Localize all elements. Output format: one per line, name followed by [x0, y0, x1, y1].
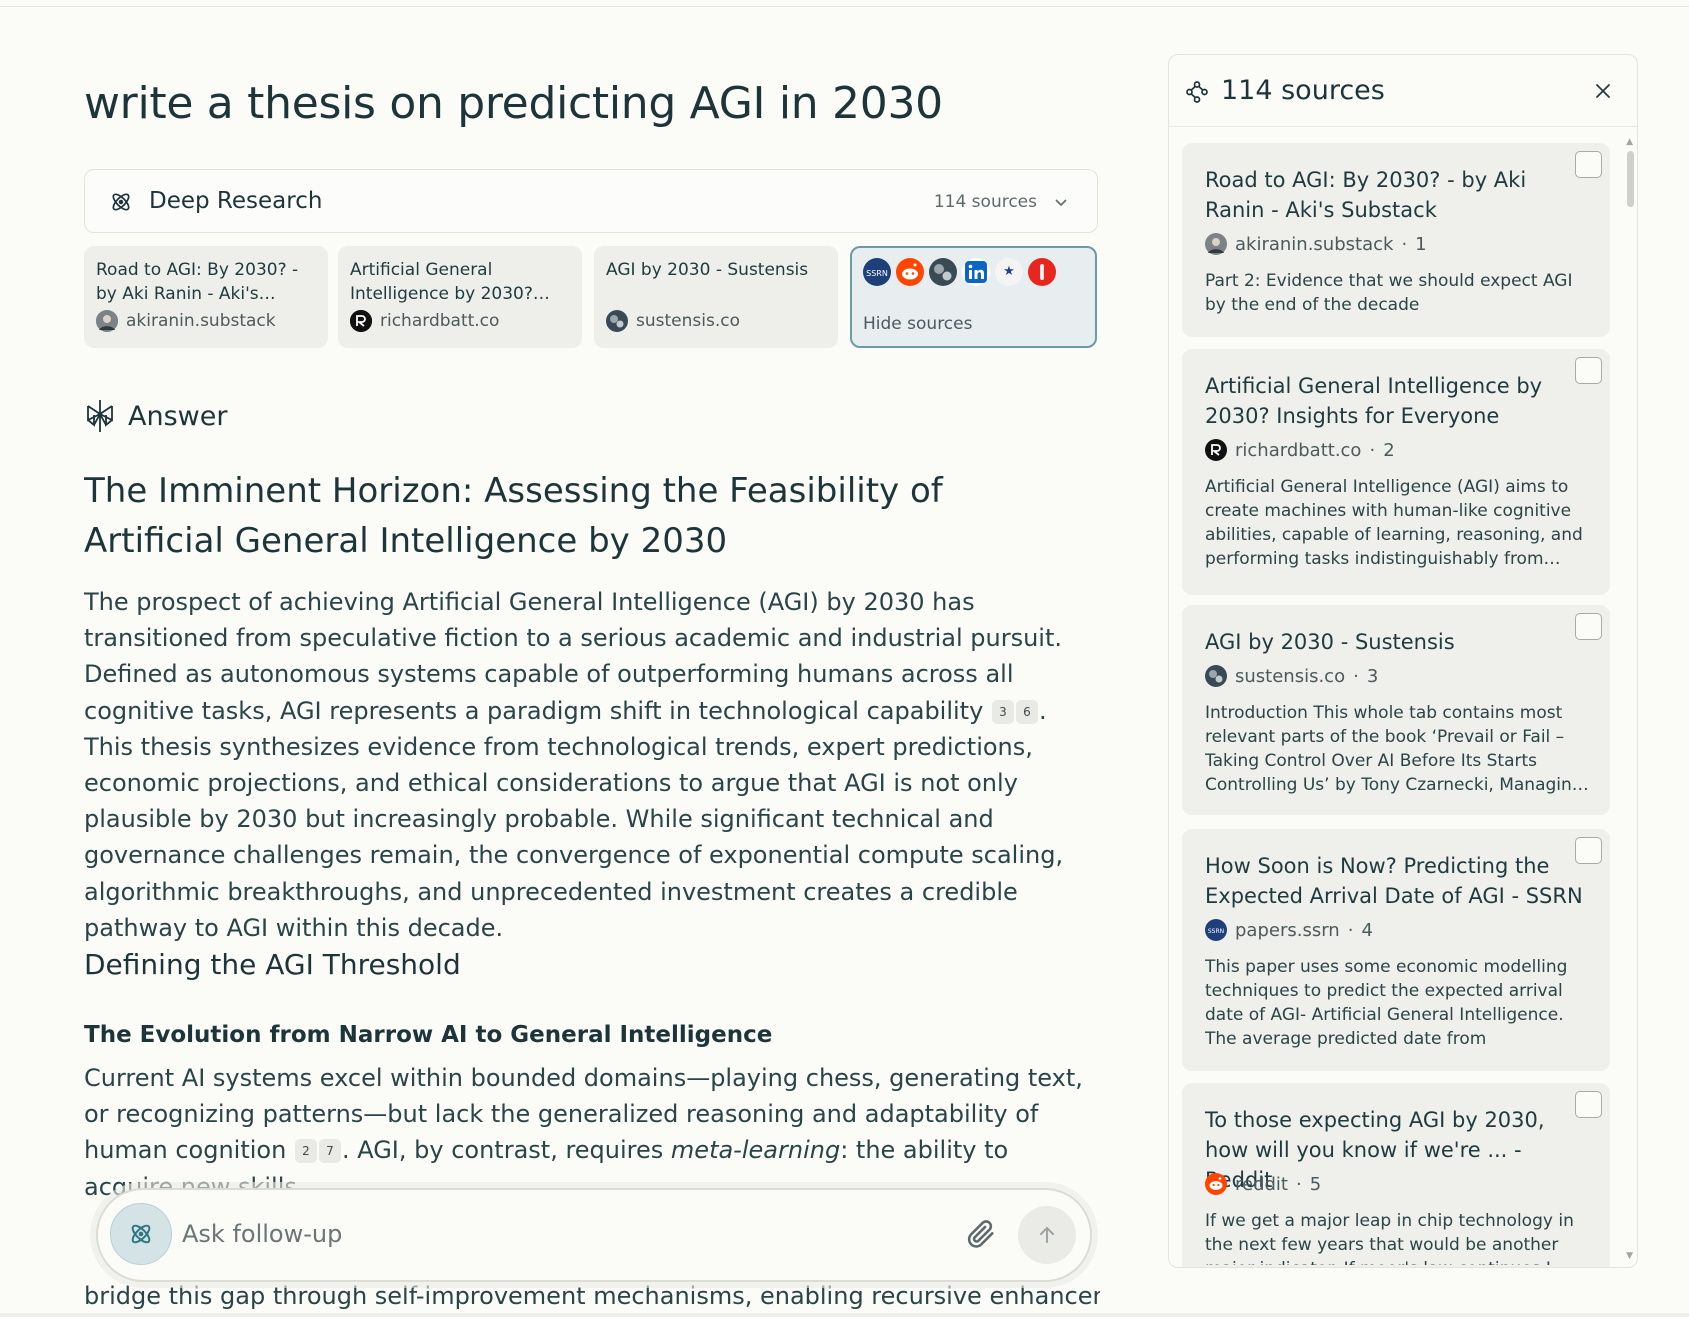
paragraph-continuation: bridge this gap through self-improvement… [84, 1282, 1100, 1310]
source-title: How Soon is Now? Predicting the Expected… [1205, 854, 1583, 908]
source-domain: papers.ssrn [1235, 919, 1340, 941]
source-description: Introduction This whole tab contains mos… [1205, 703, 1589, 795]
scrollbar-thumb[interactable] [1627, 151, 1634, 207]
citation-badge[interactable]: 7 [318, 1139, 341, 1164]
submit-button[interactable] [1018, 1206, 1076, 1264]
source-domain: sustensis.co [1235, 665, 1346, 687]
sustensis-icon [929, 258, 957, 286]
source-card-title: AGI by 2030 - Sustensis [606, 260, 809, 280]
source-description: Part 2: Evidence that we should expect A… [1205, 271, 1573, 315]
paperclip-icon[interactable] [964, 1217, 998, 1251]
source-description: If we get a major leap in chip technolog… [1205, 1211, 1574, 1265]
answer-label: Answer [128, 400, 228, 432]
sources-panel: 114 sources Road to AGI: By 2030? - by A… [1168, 54, 1638, 1268]
sources-count: 114 sources [933, 192, 1037, 212]
source-item[interactable]: To those expecting AGI by 2030, how will… [1182, 1083, 1610, 1267]
source-item[interactable]: AGI by 2030 - Sustensis sustensis.co · 3 I… [1182, 605, 1610, 815]
reddit-icon [1205, 1173, 1227, 1195]
source-cards: Road to AGI: By 2030? - by Aki Ranin - A… [84, 246, 1100, 350]
svg-text:★: ★ [1003, 264, 1015, 279]
follow-up-bar [96, 1188, 1092, 1282]
sustensis-logo-icon [606, 310, 628, 332]
reddit-icon [896, 258, 924, 286]
arrow-up-icon [1040, 1226, 1054, 1243]
source-index: 1 [1415, 233, 1427, 255]
hide-sources-button[interactable]: SSRN ★ Hide sources [850, 246, 1097, 348]
bottom-divider [0, 1313, 1689, 1317]
source-card-domain: sustensis.co [636, 311, 740, 331]
citation-badge[interactable]: 3 [991, 699, 1014, 724]
source-title: AGI by 2030 - Sustensis [1205, 630, 1455, 654]
sources-panel-title: 114 sources [1221, 75, 1385, 106]
intro-paragraph: The prospect of achieving Artificial Gen… [84, 588, 1064, 942]
deep-research-label: Deep Research [149, 188, 323, 214]
deep-research-toggle[interactable] [110, 1203, 172, 1265]
source-description: This paper uses some economic modelling … [1205, 957, 1568, 1049]
citation-badge[interactable]: 2 [294, 1139, 317, 1164]
source-domain: reddit [1235, 1173, 1288, 1195]
svg-text:SSRN: SSRN [866, 269, 888, 278]
richardbatt-logo-icon [1205, 439, 1227, 461]
citation-badge[interactable]: 6 [1015, 699, 1038, 724]
sustensis-logo-icon [1205, 665, 1227, 687]
source-card-domain: akiranin.substack [126, 311, 276, 331]
close-icon[interactable] [1593, 81, 1613, 101]
scroll-down-icon[interactable]: ▼ [1626, 1251, 1633, 1261]
source-index: 2 [1383, 439, 1395, 461]
hide-sources-label: Hide sources [863, 314, 973, 334]
source-index: 3 [1366, 665, 1379, 687]
main-content: write a thesis on predicting AGI in 2030… [84, 0, 1100, 1317]
source-title: Road to AGI: By 2030? - by Aki Ranin - A… [1205, 168, 1527, 222]
source-description: Artificial General Intelligence (AGI) ai… [1205, 477, 1583, 569]
ssrn-icon: SSRN [863, 258, 891, 286]
source-domain: richardbatt.co [1235, 439, 1362, 461]
follow-up-input[interactable] [182, 1216, 882, 1252]
source-index: 5 [1309, 1173, 1322, 1195]
answer-header: Answer [84, 398, 227, 434]
avatar-icon [96, 310, 118, 332]
star-badge-icon: ★ [995, 258, 1023, 286]
scroll-up-icon[interactable]: ▲ [1626, 137, 1633, 147]
source-domain: akiranin.substack [1235, 233, 1394, 255]
atom-icon [112, 193, 130, 211]
subsection-heading: The Evolution from Narrow AI to General … [84, 1022, 773, 1048]
deep-research-bar[interactable]: Deep Research 114 sources [84, 169, 1098, 233]
atom-icon [131, 1224, 151, 1244]
sources-panel-header: 114 sources [1169, 55, 1637, 127]
evolution-paragraph: Current AI systems excel within bounded … [84, 1064, 1083, 1201]
richardbatt-logo-icon [350, 310, 372, 332]
sources-network-icon [1186, 81, 1208, 103]
svg-text:SSRN: SSRN [1208, 928, 1224, 935]
source-item[interactable]: Artificial General Intelligence by 2030?… [1182, 349, 1610, 595]
article-title: The Imminent Horizon: Assessing the Feas… [84, 471, 943, 561]
ssrn-icon: SSRN [1205, 919, 1227, 941]
perplexity-logo-icon [87, 400, 113, 432]
source-index: 4 [1361, 919, 1373, 941]
source-card-title: Road to AGI: By 2030? - by Aki Ranin - A… [96, 260, 299, 304]
chevron-down-icon[interactable] [1053, 194, 1069, 210]
t-logo-icon [1028, 258, 1056, 286]
source-card[interactable]: Artificial General Intelligence by 2030?… [338, 246, 582, 348]
section-heading: Defining the AGI Threshold [84, 948, 461, 981]
query-title: write a thesis on predicting AGI in 2030 [84, 78, 943, 129]
source-card-domain: richardbatt.co [380, 311, 500, 331]
source-item[interactable]: How Soon is Now? Predicting the Expected… [1182, 829, 1610, 1071]
source-card-title: Artificial General Intelligence by 2030?… [350, 260, 550, 304]
source-card[interactable]: AGI by 2030 - Sustensis sustensis.co [594, 246, 838, 348]
source-card[interactable]: Road to AGI: By 2030? - by Aki Ranin - A… [84, 246, 328, 348]
source-title: Artificial General Intelligence by 2030?… [1205, 374, 1543, 428]
avatar-icon [1205, 233, 1227, 255]
source-item[interactable]: Road to AGI: By 2030? - by Aki Ranin - A… [1182, 143, 1610, 337]
linkedin-icon [962, 258, 990, 286]
